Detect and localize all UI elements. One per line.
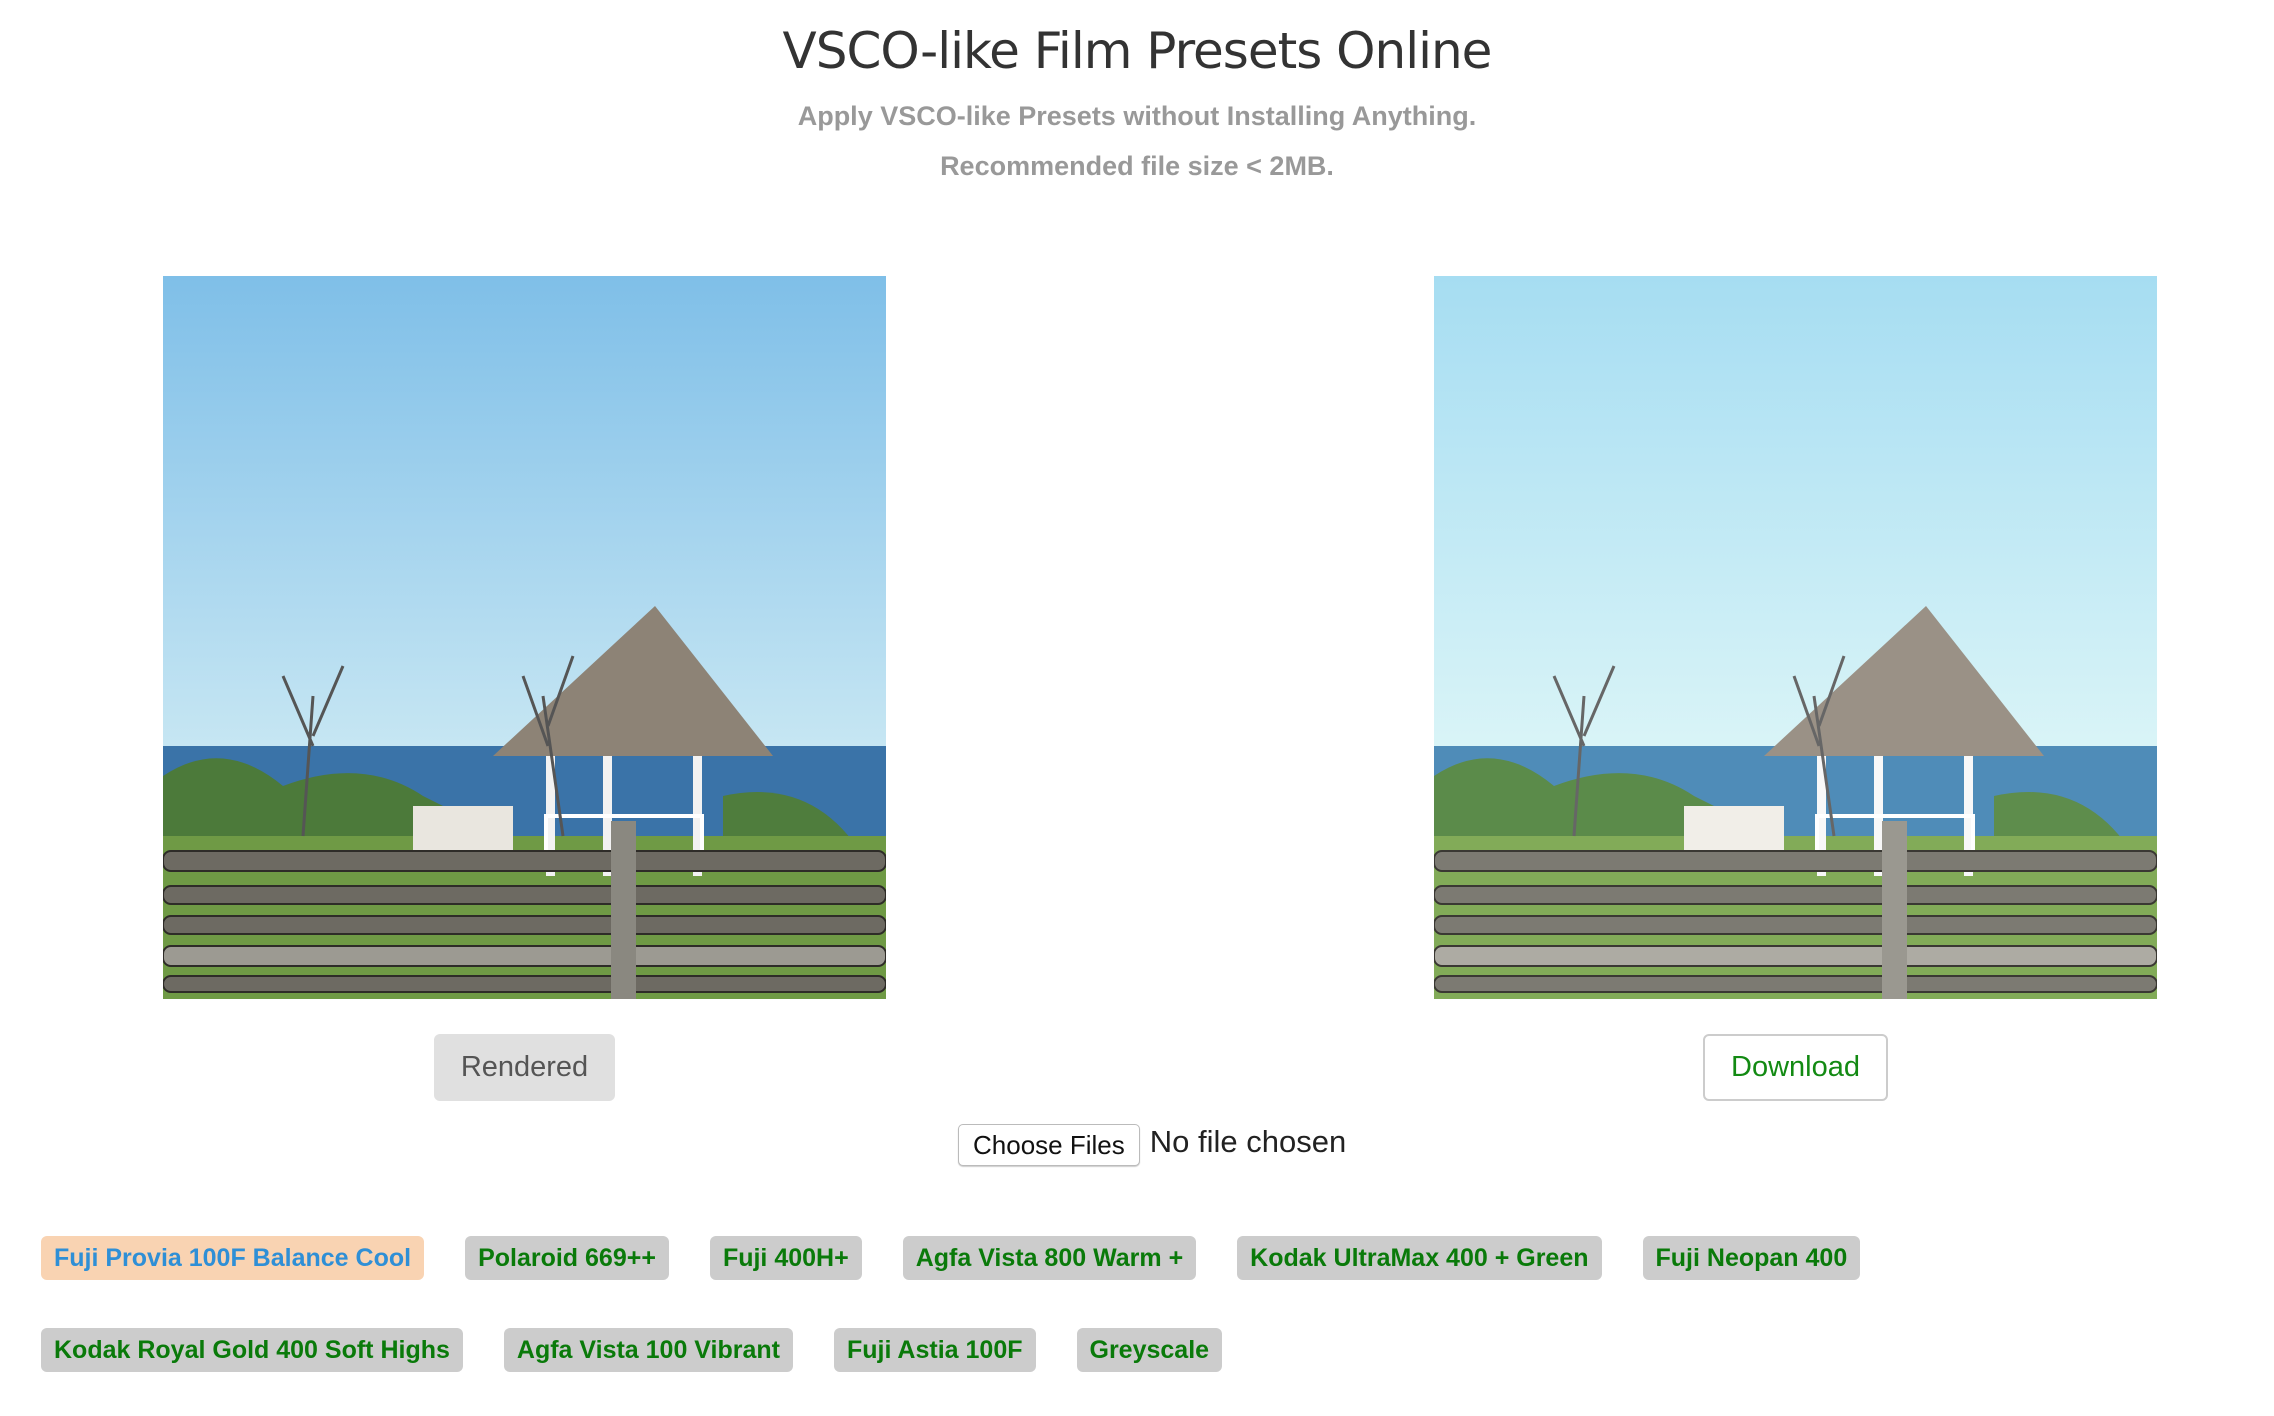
file-status: No file chosen	[1149, 1124, 1347, 1159]
preset-greyscale[interactable]: Greyscale	[1076, 1328, 1223, 1372]
preset-kodak-royal-gold-400[interactable]: Kodak Royal Gold 400 Soft Highs	[41, 1328, 463, 1372]
preset-fuji-provia-100f[interactable]: Fuji Provia 100F Balance Cool	[41, 1236, 425, 1280]
choose-files-button[interactable]: Choose Files	[958, 1124, 1140, 1166]
page-subtitle: Apply VSCO-like Presets without Installi…	[797, 101, 1477, 131]
file-size-note: Recommended file size < 2MB.	[940, 151, 1334, 181]
rendered-button[interactable]: Rendered	[434, 1034, 615, 1101]
download-button[interactable]: Download	[1703, 1034, 1888, 1101]
original-image	[163, 276, 886, 999]
preset-kodak-ultramax-400[interactable]: Kodak UltraMax 400 + Green	[1237, 1236, 1602, 1280]
processed-photo	[1434, 276, 2157, 999]
original-photo	[163, 276, 886, 999]
preset-fuji-400h[interactable]: Fuji 400H+	[709, 1236, 862, 1280]
page-title: VSCO-like Film Presets Online	[782, 22, 1493, 80]
preset-list: Fuji Provia 100F Balance Cool Polaroid 6…	[41, 1236, 2251, 1372]
processed-image	[1434, 276, 2157, 999]
file-input[interactable]: Choose Files No file chosen	[958, 1124, 1346, 1166]
preset-agfa-vista-800[interactable]: Agfa Vista 800 Warm +	[902, 1236, 1197, 1280]
preset-fuji-astia-100f[interactable]: Fuji Astia 100F	[833, 1328, 1036, 1372]
preset-agfa-vista-100[interactable]: Agfa Vista 100 Vibrant	[503, 1328, 793, 1372]
preset-polaroid-669[interactable]: Polaroid 669++	[465, 1236, 669, 1280]
preset-fuji-neopan-400[interactable]: Fuji Neopan 400	[1642, 1236, 1861, 1280]
